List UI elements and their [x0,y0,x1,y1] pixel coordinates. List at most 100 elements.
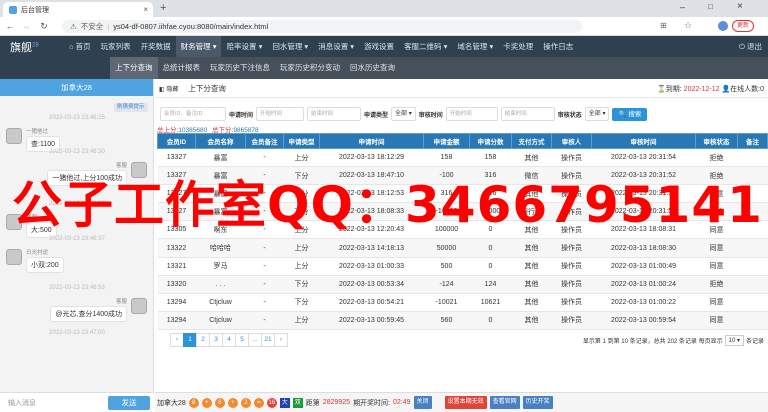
table-cell: 其他 [511,238,552,258]
page-button[interactable]: ‹ [170,333,184,347]
translate-icon[interactable]: ⊞ [660,21,667,30]
new-tab-icon[interactable]: + [160,2,166,14]
apply-type-select[interactable]: 全部 ▾ [391,107,416,121]
page-button[interactable]: 3 [209,333,223,347]
nav-item-8[interactable]: 客服二维码 ▾ [399,36,452,57]
hide-button[interactable]: ◧ 隐藏 [159,84,178,93]
pager-summary-text: 显示第 1 到第 10 条记录，总共 202 条记录 每页显示 [582,339,723,345]
close-tab-icon[interactable]: × [143,5,148,14]
update-button[interactable]: 更新 [732,20,755,32]
table-row: 13321 罗马 - 上分 2022-03-13 01:00:33 500 0 其他 操作员 20… [157,257,768,276]
nav-item-1[interactable]: 玩家列表 [96,36,136,57]
profile-icon[interactable] [718,21,728,31]
table-cell: 其他 [511,293,552,312]
page-title: 上下分查询 [188,83,226,93]
audit-end-input[interactable]: 结束时间 [500,107,555,121]
table-cell: - [245,293,284,312]
url-text: ys04-df-0807.iihfae.cyou:8080/main/index… [113,22,269,31]
table-cell: 2022-03-13 01:00:22 [591,293,696,312]
nav-item-9[interactable]: 域名管理 ▾ [452,36,498,57]
nav-item-3[interactable]: 财务管理 ▾ [175,36,222,57]
audit-status-select[interactable]: 全部 ▾ [584,107,610,121]
table-header[interactable]: 申请类型 [283,133,320,149]
reload-icon[interactable]: ↻ [38,21,50,32]
apply-time-label: 申请时间 [229,112,254,119]
close-window-icon[interactable]: × [737,1,743,12]
nav-item-2[interactable]: 开奖数据 [136,36,176,57]
table-cell: 500 [423,257,470,276]
table-cell: - [245,238,284,258]
page-button[interactable]: 2 [196,333,210,347]
pagination: ‹ 1 2 3 4 5... 21 › [170,333,288,347]
audit-start-input[interactable]: 开始时间 [445,107,498,121]
table-header[interactable]: 审核时间 [591,133,696,149]
send-button[interactable]: 发送 [108,396,150,410]
bookmark-icon[interactable]: ☆ [684,20,692,31]
table-cell: 158 [423,148,470,168]
nav-item-0[interactable]: ⌂ 首页 [64,36,96,57]
table-cell: 同意 [695,311,738,330]
table-cell: 其他 [511,311,552,330]
search-button[interactable]: 🔍 搜索 [612,107,648,121]
table-header[interactable]: 审核人 [551,133,592,149]
table-header[interactable]: 会员备注 [245,133,284,149]
nav-item-4[interactable]: 赔率设置 ▾ [221,36,267,57]
period-number: 2829925 [322,399,351,406]
member-search-input[interactable]: 会员ID、备注ID [160,107,226,121]
expire-label: 到期: [665,86,682,93]
nav-item-11[interactable]: 操作日志 [538,36,578,57]
watermark-text: 公子工作室QQ：3466795141 [12,176,763,234]
nav-item-10[interactable]: 卡奖处理 [498,36,538,57]
table-cell: 50000 [423,238,470,258]
table-header[interactable]: 申请时间 [319,133,424,149]
table-cell: 其他 [511,257,552,276]
subnav-item-0[interactable]: 上下分查询 [110,57,158,79]
page-button[interactable]: ... [248,333,262,347]
table-header[interactable]: 会员名称 [195,133,246,149]
nav-item-7[interactable]: 游戏设置 [359,36,399,57]
exit-button[interactable]: ⏻ 退出 [739,36,762,57]
page-button[interactable]: 1 [183,333,197,347]
table-header[interactable]: 支付方式 [511,133,552,149]
exit-label: 退出 [747,42,762,51]
page-button[interactable]: 21 [261,333,275,347]
forward-icon[interactable]: → [20,21,32,31]
url-field[interactable]: ⚠ 不安全 | ys04-df-0807.iihfae.cyou:8080/ma… [62,20,582,33]
subnav-item-2[interactable]: 玩家历史下注信息 [205,57,275,79]
history-button[interactable]: 历史开奖 [522,396,553,409]
official-site-button[interactable]: 查看官网 [489,396,520,409]
subnav-item-3[interactable]: 玩家历史积分变动 [275,57,345,79]
page-button[interactable]: 4 [222,333,236,347]
page-button[interactable]: › [274,333,288,347]
page-button[interactable]: 5 [235,333,249,347]
table-cell [737,293,768,312]
period-label: 距第 [305,399,320,407]
notice-badge[interactable]: 刷猜费提示 [114,103,148,112]
close-bet-button[interactable]: 关闭 [413,396,432,409]
table-cell: 拒绝 [695,148,738,168]
table-header[interactable]: 申请分数 [469,133,512,149]
maximize-icon[interactable]: □ [708,2,713,11]
table-cell: 2022-03-13 14:18:13 [319,238,424,258]
nav-item-5[interactable]: 回水管理 ▾ [267,36,313,57]
table-header[interactable]: 审核状态 [695,133,738,149]
page-size-select[interactable]: 10 ▾ [724,335,744,346]
apply-start-input[interactable]: 开始时间 [256,107,305,121]
subnav-item-4[interactable]: 回水历史查询 [345,57,400,79]
minimize-icon[interactable]: – [680,2,685,12]
chat-input[interactable]: 输入消息 [8,398,36,408]
subnav-spacer [0,57,110,79]
table-cell [737,257,768,276]
back-icon[interactable]: ← [4,21,16,31]
table-header[interactable]: 备注 [737,133,768,149]
table-cell: 2022-03-13 20:31:54 [591,148,696,168]
subnav-item-1[interactable]: 总统计报表 [158,57,206,79]
invalidate-button[interactable]: 设置本期无效 [444,396,487,409]
apply-end-input[interactable]: 结束时间 [307,107,362,121]
browser-tab[interactable]: 后台管理 × [3,2,153,17]
table-header[interactable]: 申请金额 [423,133,470,149]
browser-tabbar: 后台管理 × + – □ × [0,0,768,17]
table-header[interactable]: 会员ID [157,133,196,149]
nav-item-6[interactable]: 消息设置 ▾ [313,36,359,57]
audit-time-label: 审核时间 [418,112,443,119]
